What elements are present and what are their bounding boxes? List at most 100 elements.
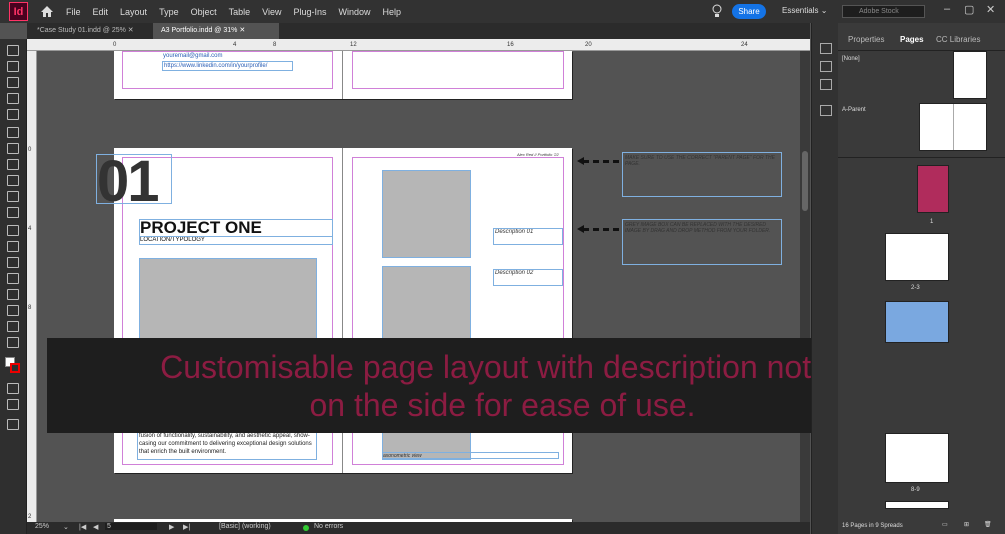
- menu-plugins[interactable]: Plug-Ins: [293, 7, 326, 17]
- tab-close-icon[interactable]: ✕: [239, 27, 245, 34]
- caption-frame[interactable]: [382, 452, 559, 459]
- stock-search-input[interactable]: Adobe Stock: [842, 5, 925, 18]
- page-number-field[interactable]: 5: [105, 523, 157, 530]
- image-placeholder[interactable]: [382, 170, 471, 258]
- ruler-number: 8: [273, 42, 277, 48]
- menu-view[interactable]: View: [262, 7, 281, 17]
- previous-page-icon[interactable]: ◀: [93, 523, 98, 531]
- tab-cc-libraries[interactable]: CC Libraries: [936, 35, 980, 44]
- pen-tool-icon[interactable]: [7, 159, 19, 170]
- delete-page-icon[interactable]: 🗑: [984, 521, 992, 528]
- line-tool-icon[interactable]: [7, 143, 19, 154]
- maximize-icon[interactable]: ▢: [964, 3, 974, 16]
- type-tool-icon[interactable]: [7, 127, 19, 138]
- note-tool-icon[interactable]: [7, 289, 19, 300]
- none-parent-thumb[interactable]: [953, 51, 987, 99]
- selection-tool-icon[interactable]: [7, 45, 19, 56]
- lightbulb-icon[interactable]: [711, 4, 723, 19]
- page-thumb-8-9[interactable]: [885, 433, 949, 483]
- description-frame[interactable]: [493, 269, 563, 286]
- note-parent-page[interactable]: MAKE SURE TO USE THE CORRECT "PARENT PAG…: [622, 152, 782, 197]
- scissors-tool-icon[interactable]: [7, 225, 19, 236]
- rectangle-tool-icon[interactable]: [7, 207, 19, 218]
- ruler-number: 16: [507, 42, 514, 48]
- gradient-feather-icon[interactable]: [7, 273, 19, 284]
- rectangle-frame-tool-icon[interactable]: [7, 191, 19, 202]
- next-page-icon[interactable]: ▶: [169, 523, 174, 531]
- last-page-icon[interactable]: ▶|: [183, 523, 190, 531]
- zoom-dropdown-icon[interactable]: ⌄: [63, 523, 69, 531]
- tab-pages[interactable]: Pages: [900, 35, 924, 44]
- none-parent-label[interactable]: [None]: [842, 56, 860, 62]
- page-thumb-4-5[interactable]: [885, 301, 949, 343]
- document-tabs: *Case Study 01.indd @ 25% ✕ A3 Portfolio…: [27, 23, 810, 39]
- ruler-number: 2: [28, 514, 32, 520]
- stroke-swatch-icon[interactable]: [10, 363, 20, 373]
- zoom-tool-icon[interactable]: [7, 337, 19, 348]
- character-panel-icon[interactable]: [820, 61, 832, 72]
- location-frame[interactable]: [139, 236, 333, 245]
- tab-close-icon[interactable]: ✕: [128, 27, 134, 34]
- page-tool-icon[interactable]: [7, 77, 19, 88]
- menu-object[interactable]: Object: [191, 7, 217, 17]
- linkedin-frame[interactable]: https://www.linkedin.com/in/yourprofile/: [162, 61, 293, 71]
- a-parent-thumb[interactable]: [919, 103, 987, 151]
- share-button[interactable]: Share: [732, 4, 766, 19]
- close-icon[interactable]: ✕: [986, 3, 995, 16]
- page-thumb-1[interactable]: [917, 165, 949, 213]
- description-frame[interactable]: [493, 228, 563, 245]
- eyedropper-tool-icon[interactable]: [7, 305, 19, 316]
- menu-bar: Id File Edit Layout Type Object Table Vi…: [0, 0, 1005, 23]
- workspace-switcher[interactable]: Essentials ⌄: [782, 6, 827, 15]
- content-collector-icon[interactable]: [7, 109, 19, 120]
- free-transform-tool-icon[interactable]: [7, 241, 19, 252]
- paragraph-panel-icon[interactable]: [820, 79, 832, 90]
- minimize-icon[interactable]: –: [944, 3, 950, 15]
- status-dot-icon: [303, 525, 309, 531]
- align-panel-icon[interactable]: [820, 105, 832, 116]
- new-page-icon[interactable]: ⊞: [964, 521, 969, 528]
- preflight-profile[interactable]: [Basic] (working): [219, 523, 271, 530]
- tools-panel: [0, 39, 27, 534]
- ruler-number: 0: [28, 147, 32, 153]
- edit-page-size-icon[interactable]: ▭: [942, 521, 948, 528]
- document-canvas[interactable]: youremail@gmail.com https://www.linkedin…: [37, 51, 810, 522]
- menu-edit[interactable]: Edit: [93, 7, 109, 17]
- screen-mode-icon[interactable]: [7, 419, 19, 430]
- menu-table[interactable]: Table: [229, 7, 251, 17]
- apply-none-icon[interactable]: [7, 399, 19, 410]
- direct-selection-tool-icon[interactable]: [7, 61, 19, 72]
- gradient-tool-icon[interactable]: [7, 257, 19, 268]
- tab-case-study[interactable]: *Case Study 01.indd @ 25% ✕: [29, 23, 151, 39]
- tab-properties[interactable]: Properties: [848, 35, 884, 44]
- menu-layout[interactable]: Layout: [120, 7, 147, 17]
- errors-status[interactable]: No errors: [314, 523, 343, 530]
- menu-file[interactable]: File: [66, 7, 81, 17]
- pages-panel-icon[interactable]: [820, 43, 832, 54]
- note-image-box[interactable]: GREY IMAGE BOX CAN BE REPLACED WITH THE …: [622, 219, 782, 265]
- a-parent-label[interactable]: A-Parent: [842, 107, 866, 113]
- home-icon[interactable]: [40, 5, 54, 18]
- number-frame[interactable]: [96, 154, 172, 204]
- page-thumb-2-3[interactable]: [885, 233, 949, 281]
- first-page-icon[interactable]: |◀: [79, 523, 86, 531]
- page-label: 8-9: [911, 487, 920, 493]
- menu-help[interactable]: Help: [383, 7, 402, 17]
- zoom-level[interactable]: 25%: [35, 523, 49, 530]
- page-thumb-10-11[interactable]: [885, 501, 949, 509]
- formatting-container-icon[interactable]: [7, 383, 19, 394]
- pencil-tool-icon[interactable]: [7, 175, 19, 186]
- email-text[interactable]: youremail@gmail.com: [163, 53, 222, 59]
- horizontal-ruler: 0 4 8 12 16 20 24: [27, 39, 810, 51]
- scroll-thumb[interactable]: [802, 151, 808, 211]
- title-frame[interactable]: [139, 219, 333, 237]
- spine-line: [953, 104, 954, 150]
- top-spread[interactable]: youremail@gmail.com https://www.linkedin…: [114, 51, 572, 99]
- menu-window[interactable]: Window: [339, 7, 371, 17]
- tab-a3-portfolio[interactable]: A3 Portfolio.indd @ 31% ✕: [153, 23, 279, 39]
- vertical-scrollbar[interactable]: [800, 51, 810, 522]
- menu-type[interactable]: Type: [159, 7, 179, 17]
- tab-label: *Case Study 01.indd @ 25%: [37, 27, 126, 34]
- hand-tool-icon[interactable]: [7, 321, 19, 332]
- gap-tool-icon[interactable]: [7, 93, 19, 104]
